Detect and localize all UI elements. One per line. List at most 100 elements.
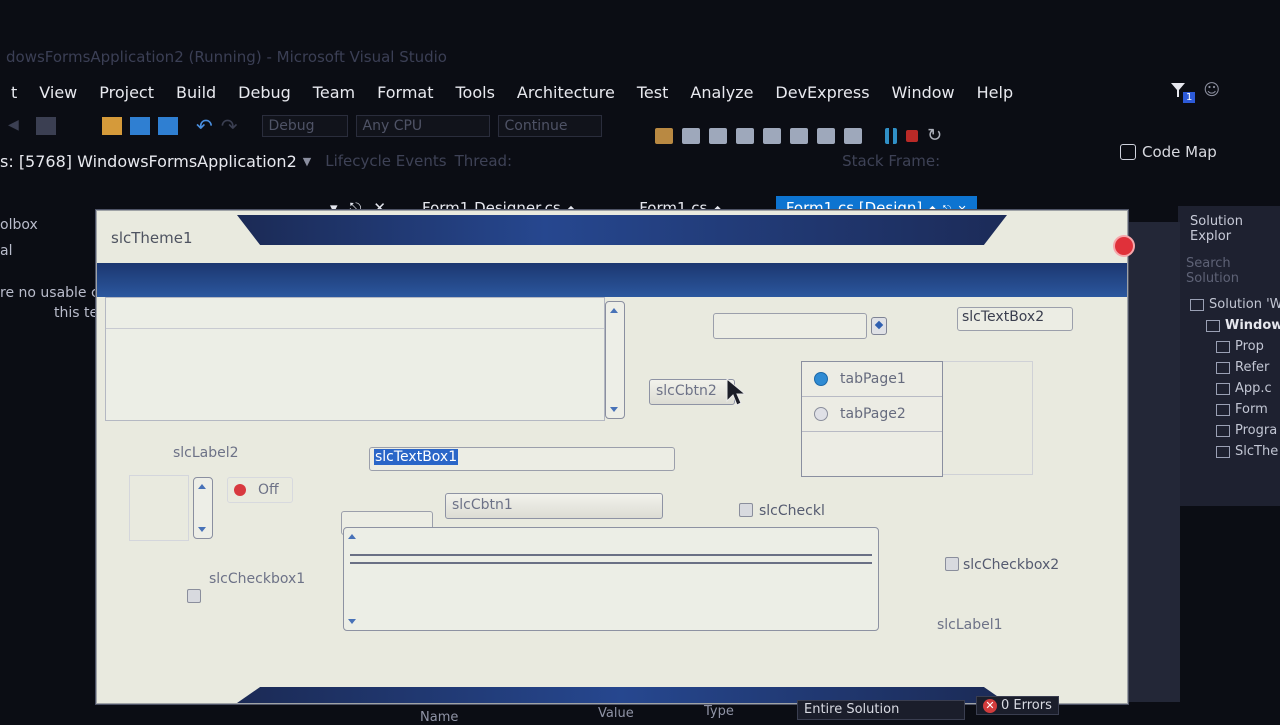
- combo-box[interactable]: [713, 313, 867, 339]
- menu-file[interactable]: t: [0, 83, 28, 102]
- menu-build[interactable]: Build: [165, 83, 227, 102]
- window-title: dowsFormsApplication2 (Running) - Micros…: [6, 48, 447, 66]
- stop-icon[interactable]: [906, 130, 918, 142]
- scroll-down-icon[interactable]: [348, 619, 356, 624]
- textbox-slctextbox1[interactable]: slcTextBox1: [369, 447, 675, 471]
- errors-filter-button[interactable]: ✕ 0 Errors: [976, 696, 1059, 715]
- tab-page-2[interactable]: tabPage2: [802, 397, 942, 432]
- stack-frame-label: Stack Frame:: [842, 152, 941, 170]
- menu-test[interactable]: Test: [626, 83, 680, 102]
- save-icon[interactable]: [130, 117, 150, 135]
- debug-tool-icon-1[interactable]: [655, 128, 673, 144]
- tree-item-app-config[interactable]: App.c: [1178, 378, 1280, 399]
- lifecycle-events-select[interactable]: Lifecycle Events: [325, 152, 446, 170]
- button-slccbtn2[interactable]: slcCbtn2: [649, 379, 735, 405]
- scope-select[interactable]: Entire Solution: [797, 700, 965, 720]
- menu-architecture[interactable]: Architecture: [506, 83, 626, 102]
- notification-area: 1 ☺: [1169, 80, 1220, 103]
- menu-window[interactable]: Window: [881, 83, 966, 102]
- wrench-icon[interactable]: [709, 128, 727, 144]
- undo-icon[interactable]: ↶: [196, 114, 213, 138]
- tree-item-project[interactable]: Window: [1178, 315, 1280, 336]
- toolbox-item[interactable]: al: [0, 233, 100, 259]
- dropdown-button[interactable]: [871, 317, 887, 335]
- tree-item-form[interactable]: Form: [1178, 399, 1280, 420]
- process-select[interactable]: s: [5768] WindowsFormsApplication2: [0, 152, 297, 171]
- numeric-field[interactable]: [129, 475, 189, 541]
- toggle-switch[interactable]: Off: [227, 477, 293, 503]
- notification-flag-icon[interactable]: 1: [1169, 81, 1196, 103]
- menu-tools[interactable]: Tools: [444, 83, 505, 102]
- vertical-scrollbar-top[interactable]: [605, 301, 625, 419]
- form-title: slcTheme1: [111, 229, 193, 247]
- close-button[interactable]: [1115, 237, 1133, 255]
- tab-page-1[interactable]: tabPage1: [802, 362, 942, 397]
- pause-icon[interactable]: [885, 128, 897, 144]
- tree-item-solution[interactable]: Solution 'W: [1178, 294, 1280, 315]
- wrench-icon: [1216, 340, 1230, 353]
- designer-form[interactable]: slcTheme1 slcTextBox2 slcCbtn2 tabPage1 …: [96, 210, 1133, 704]
- feedback-icon[interactable]: ☺: [1203, 80, 1220, 99]
- debug-tool-icon-6[interactable]: [817, 128, 835, 144]
- solution-icon: [1190, 298, 1204, 311]
- col-header-type[interactable]: Type: [704, 704, 734, 719]
- scroll-down-icon[interactable]: [610, 407, 618, 412]
- col-header-value[interactable]: Value: [598, 706, 634, 721]
- bottom-panels: Name Value Type Entire Solution ✕ 0 Error…: [380, 696, 1280, 725]
- save-all-icon[interactable]: [158, 117, 178, 135]
- scroll-up-icon[interactable]: [610, 308, 618, 313]
- thread-label: Thread:: [454, 152, 513, 170]
- col-header-name[interactable]: Name: [420, 710, 458, 725]
- code-map-button[interactable]: Code Map: [1120, 143, 1217, 161]
- debug-tool-icon-7[interactable]: [844, 128, 862, 144]
- new-project-icon[interactable]: [36, 117, 56, 135]
- menu-team[interactable]: Team: [302, 83, 366, 102]
- solution-explorer-title[interactable]: Solution Explor: [1178, 206, 1280, 250]
- menu-devexpress[interactable]: DevExpress: [764, 83, 880, 102]
- multiline-textbox-bottom[interactable]: [343, 527, 879, 631]
- tree-item-program[interactable]: Progra: [1178, 420, 1280, 441]
- scroll-up-icon[interactable]: [348, 534, 356, 539]
- notification-count: 1: [1182, 91, 1196, 103]
- file-icon: [1216, 445, 1230, 458]
- checkbox-slccheckbox1[interactable]: [187, 589, 201, 603]
- chevron-down-icon[interactable]: ▼: [303, 155, 311, 168]
- platform-select[interactable]: Any CPU: [355, 115, 490, 137]
- debug-tool-icon-2[interactable]: [682, 128, 700, 144]
- menu-help[interactable]: Help: [966, 83, 1024, 102]
- button-slccbtn1[interactable]: slcCbtn1: [445, 493, 663, 519]
- debug-tool-icon-3[interactable]: [736, 128, 754, 144]
- menu-bar: t View Project Build Debug Team Format T…: [0, 74, 1280, 110]
- back-icon[interactable]: ◀: [8, 117, 28, 135]
- textbox-line: [106, 298, 604, 329]
- menu-format[interactable]: Format: [366, 83, 444, 102]
- menu-project[interactable]: Project: [88, 83, 165, 102]
- config-file-icon: [1216, 382, 1230, 395]
- tree-item-label: Refer: [1235, 360, 1270, 375]
- checkbox-slccheck[interactable]: [739, 503, 753, 517]
- continue-button[interactable]: Continue: [497, 115, 602, 137]
- tree-item-slctheme[interactable]: SlcThe: [1178, 441, 1280, 462]
- tree-item-references[interactable]: Refer: [1178, 357, 1280, 378]
- textbox-slctextbox2[interactable]: slcTextBox2: [957, 307, 1073, 331]
- tab-page-label: tabPage2: [840, 406, 906, 422]
- checkbox-slccheckbox2[interactable]: [945, 557, 959, 571]
- menu-view[interactable]: View: [28, 83, 88, 102]
- menu-analyze[interactable]: Analyze: [679, 83, 764, 102]
- configuration-select[interactable]: Debug: [261, 115, 348, 137]
- spin-down-icon[interactable]: [198, 527, 206, 532]
- tree-item-label: Window: [1225, 318, 1280, 333]
- toolbox-title[interactable]: olbox: [0, 210, 100, 233]
- redo-icon[interactable]: ↷: [221, 114, 238, 138]
- references-icon: [1216, 361, 1230, 374]
- multiline-textbox-top[interactable]: [105, 297, 605, 421]
- restart-icon[interactable]: ↻: [927, 127, 945, 145]
- open-folder-icon[interactable]: [102, 117, 122, 135]
- debug-tool-icon-4[interactable]: [763, 128, 781, 144]
- debug-tool-icon-5[interactable]: [790, 128, 808, 144]
- numeric-spinner[interactable]: [193, 477, 213, 539]
- solution-search-input[interactable]: Search Solution: [1186, 256, 1280, 286]
- spin-up-icon[interactable]: [198, 484, 206, 489]
- tree-item-properties[interactable]: Prop: [1178, 336, 1280, 357]
- menu-debug[interactable]: Debug: [227, 83, 302, 102]
